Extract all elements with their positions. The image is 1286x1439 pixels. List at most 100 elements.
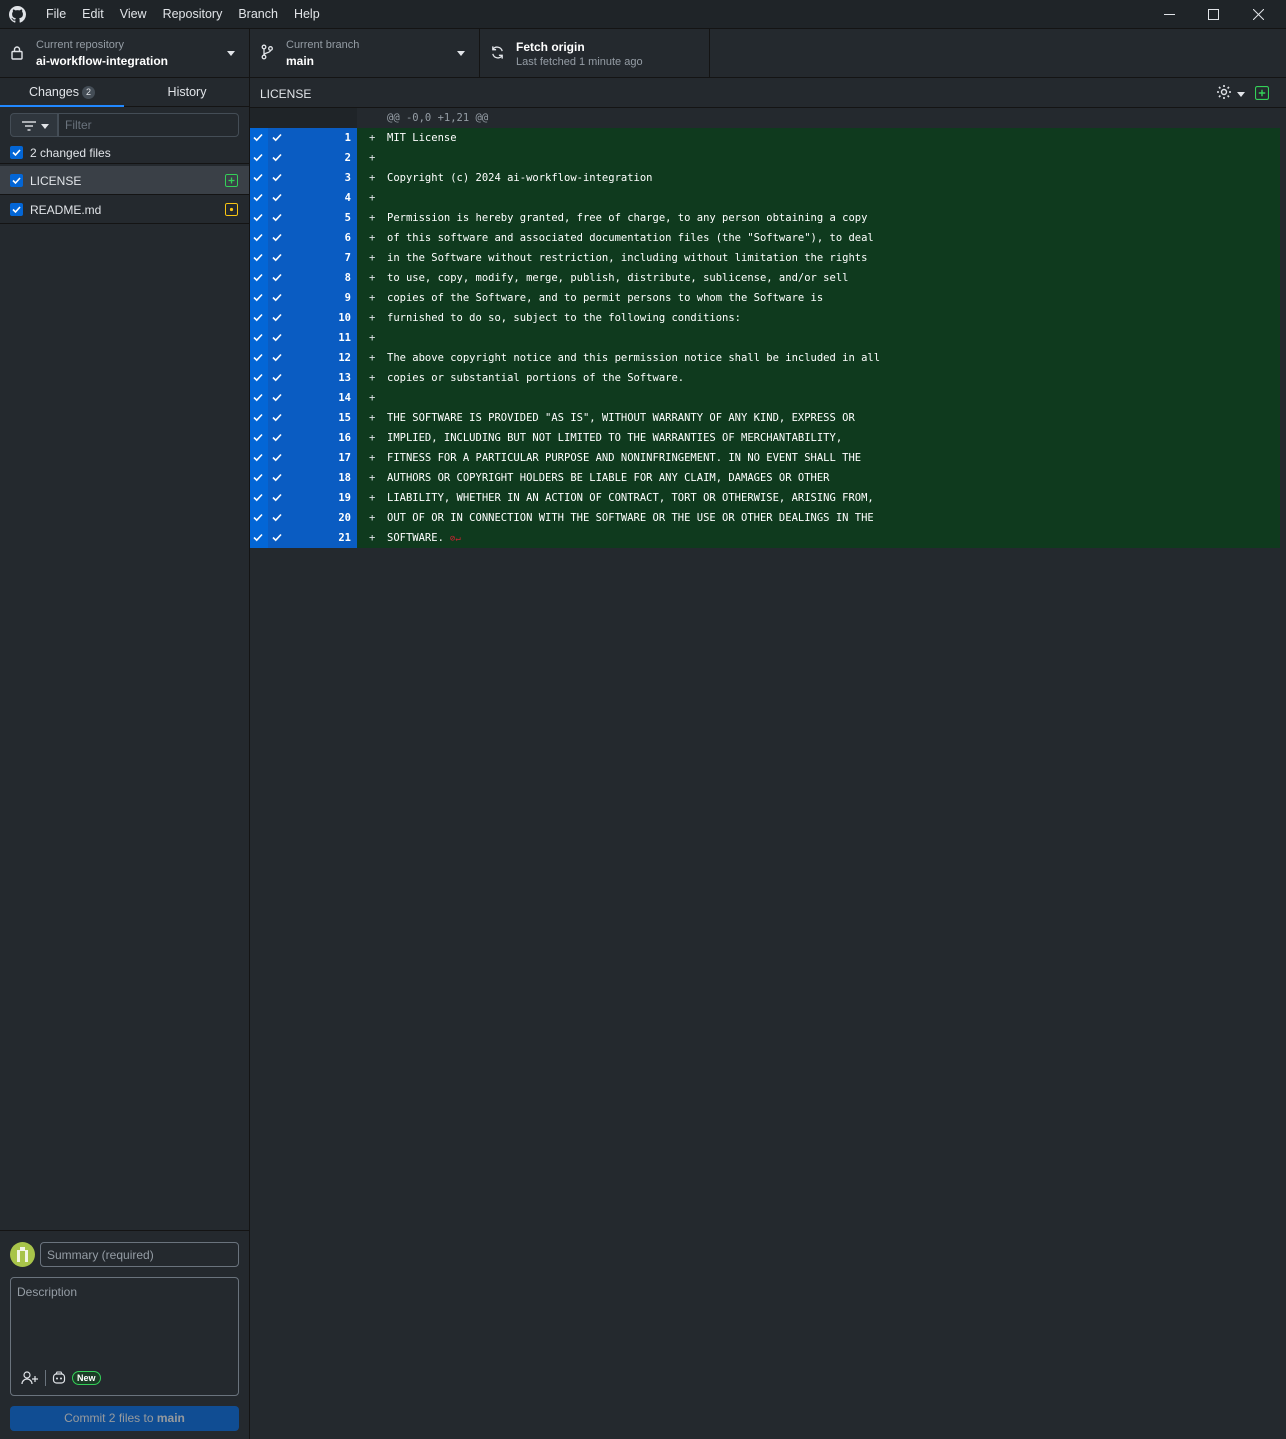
diff-line-row[interactable]: 19 + LIABILITY, WHETHER IN AN ACTION OF CO… [250, 488, 1280, 508]
line-select-gutter[interactable] [250, 288, 268, 308]
line-number-gutter[interactable]: 19 [268, 488, 357, 508]
diff-line-row[interactable]: 21 + SOFTWARE. ⊘↵ [250, 528, 1280, 548]
diff-line-row[interactable]: 7 + in the Software without restriction, i… [250, 248, 1280, 268]
menu-view[interactable]: View [112, 0, 155, 29]
description-input[interactable] [11, 1278, 238, 1366]
line-number-gutter[interactable]: 5 [268, 208, 357, 228]
line-number-gutter[interactable]: 14 [268, 388, 357, 408]
diff-line-row[interactable]: 4 + [250, 188, 1280, 208]
line-number-gutter[interactable]: 17 [268, 448, 357, 468]
check-icon [253, 533, 263, 545]
line-select-gutter[interactable] [250, 268, 268, 288]
line-select-gutter[interactable] [250, 428, 268, 448]
line-select-gutter[interactable] [250, 468, 268, 488]
line-number-gutter[interactable]: 9 [268, 288, 357, 308]
branch-selector[interactable]: Current branch main [250, 29, 480, 77]
line-number-gutter[interactable]: 1 [268, 128, 357, 148]
line-number: 11 [338, 332, 351, 344]
filter-input[interactable] [58, 113, 239, 137]
line-select-gutter[interactable] [250, 188, 268, 208]
line-number-gutter[interactable]: 16 [268, 428, 357, 448]
tab-changes[interactable]: Changes 2 [0, 78, 124, 107]
file-checkbox[interactable] [10, 203, 23, 216]
filter-options-button[interactable] [10, 113, 58, 137]
line-select-gutter[interactable] [250, 308, 268, 328]
line-select-gutter[interactable] [250, 128, 268, 148]
line-select-gutter[interactable] [250, 408, 268, 428]
line-number-gutter[interactable]: 11 [268, 328, 357, 348]
line-number-gutter[interactable]: 7 [268, 248, 357, 268]
line-number-gutter[interactable]: 4 [268, 188, 357, 208]
line-number-gutter[interactable]: 20 [268, 508, 357, 528]
line-select-gutter[interactable] [250, 368, 268, 388]
line-select-gutter[interactable] [250, 148, 268, 168]
diff-settings-button[interactable] [1216, 84, 1246, 102]
summary-input[interactable] [40, 1242, 239, 1267]
line-number-gutter[interactable]: 13 [268, 368, 357, 388]
diff-line-row[interactable]: 20 + OUT OF OR IN CONNECTION WITH THE SOFT… [250, 508, 1280, 528]
line-select-gutter[interactable] [250, 448, 268, 468]
diff-line-row[interactable]: 3 + Copyright (c) 2024 ai-workflow-integra… [250, 168, 1280, 188]
line-select-gutter[interactable] [250, 228, 268, 248]
check-icon [272, 393, 282, 405]
diff-line-row[interactable]: 2 + [250, 148, 1280, 168]
diff-line-row[interactable]: 14 + [250, 388, 1280, 408]
file-checkbox[interactable] [10, 174, 23, 187]
diff-line-row[interactable]: 16 + IMPLIED, INCLUDING BUT NOT LIMITED TO… [250, 428, 1280, 448]
diff-line-row[interactable]: 10 + furnished to do so, subject to the fo… [250, 308, 1280, 328]
tab-history[interactable]: History [125, 78, 249, 107]
repository-selector[interactable]: Current repository ai-workflow-integrati… [0, 29, 250, 77]
diff-line-row[interactable]: 13 + copies or substantial portions of the… [250, 368, 1280, 388]
menu-edit[interactable]: Edit [74, 0, 112, 29]
minimize-button[interactable] [1146, 0, 1192, 29]
line-select-gutter[interactable] [250, 508, 268, 528]
menu-file[interactable]: File [38, 0, 74, 29]
menu-branch[interactable]: Branch [230, 0, 286, 29]
diff-line-row[interactable]: 5 + Permission is hereby granted, free of … [250, 208, 1280, 228]
fetch-origin-button[interactable]: Fetch origin Last fetched 1 minute ago [480, 29, 710, 77]
tab-changes-label: Changes [28, 85, 80, 99]
scrollbar[interactable] [1280, 108, 1286, 1439]
line-select-gutter[interactable] [250, 248, 268, 268]
line-number-gutter[interactable]: 6 [268, 228, 357, 248]
line-number-gutter[interactable]: 10 [268, 308, 357, 328]
line-select-gutter[interactable] [250, 208, 268, 228]
line-number-gutter[interactable]: 8 [268, 268, 357, 288]
list-item[interactable]: LICENSE [0, 166, 249, 195]
select-all-checkbox[interactable] [10, 146, 23, 159]
line-select-gutter[interactable] [250, 168, 268, 188]
menu-repository[interactable]: Repository [155, 0, 231, 29]
diff-line-row[interactable]: 1 + MIT License [250, 128, 1280, 148]
add-coauthor-icon[interactable] [21, 1371, 39, 1385]
diff-line-row[interactable]: 6 + of this software and associated docume… [250, 228, 1280, 248]
check-icon [272, 153, 282, 165]
commit-button-branch: main [156, 1411, 185, 1425]
diff-line-row[interactable]: 8 + to use, copy, modify, merge, publish, … [250, 268, 1280, 288]
line-number-gutter[interactable]: 15 [268, 408, 357, 428]
line-number-gutter[interactable]: 12 [268, 348, 357, 368]
diff-line-row[interactable]: 15 + THE SOFTWARE IS PROVIDED "AS IS", WIT… [250, 408, 1280, 428]
diff-line-row[interactable]: 18 + AUTHORS OR COPYRIGHT HOLDERS BE LIABL… [250, 468, 1280, 488]
check-icon [253, 433, 263, 445]
gear-icon [1217, 85, 1231, 99]
diff-line-row[interactable]: 9 + copies of the Software, and to permit … [250, 288, 1280, 308]
menu-help[interactable]: Help [286, 0, 328, 29]
copilot-icon[interactable] [52, 1371, 66, 1385]
diff-line-row[interactable]: 17 + FITNESS FOR A PARTICULAR PURPOSE AND … [250, 448, 1280, 468]
line-select-gutter[interactable] [250, 488, 268, 508]
maximize-button[interactable] [1190, 0, 1236, 29]
line-text: LIABILITY, WHETHER IN AN ACTION OF CONTR… [387, 492, 874, 504]
commit-button[interactable]: Commit 2 files to main [10, 1406, 239, 1431]
close-button[interactable] [1235, 0, 1281, 29]
line-number-gutter[interactable]: 18 [268, 468, 357, 488]
line-select-gutter[interactable] [250, 388, 268, 408]
line-select-gutter[interactable] [250, 528, 268, 548]
list-item[interactable]: README.md [0, 195, 249, 224]
line-number-gutter[interactable]: 2 [268, 148, 357, 168]
line-number-gutter[interactable]: 21 [268, 528, 357, 548]
line-number-gutter[interactable]: 3 [268, 168, 357, 188]
diff-line-row[interactable]: 12 + The above copyright notice and this p… [250, 348, 1280, 368]
line-select-gutter[interactable] [250, 348, 268, 368]
diff-line-row[interactable]: 11 + [250, 328, 1280, 348]
line-select-gutter[interactable] [250, 328, 268, 348]
